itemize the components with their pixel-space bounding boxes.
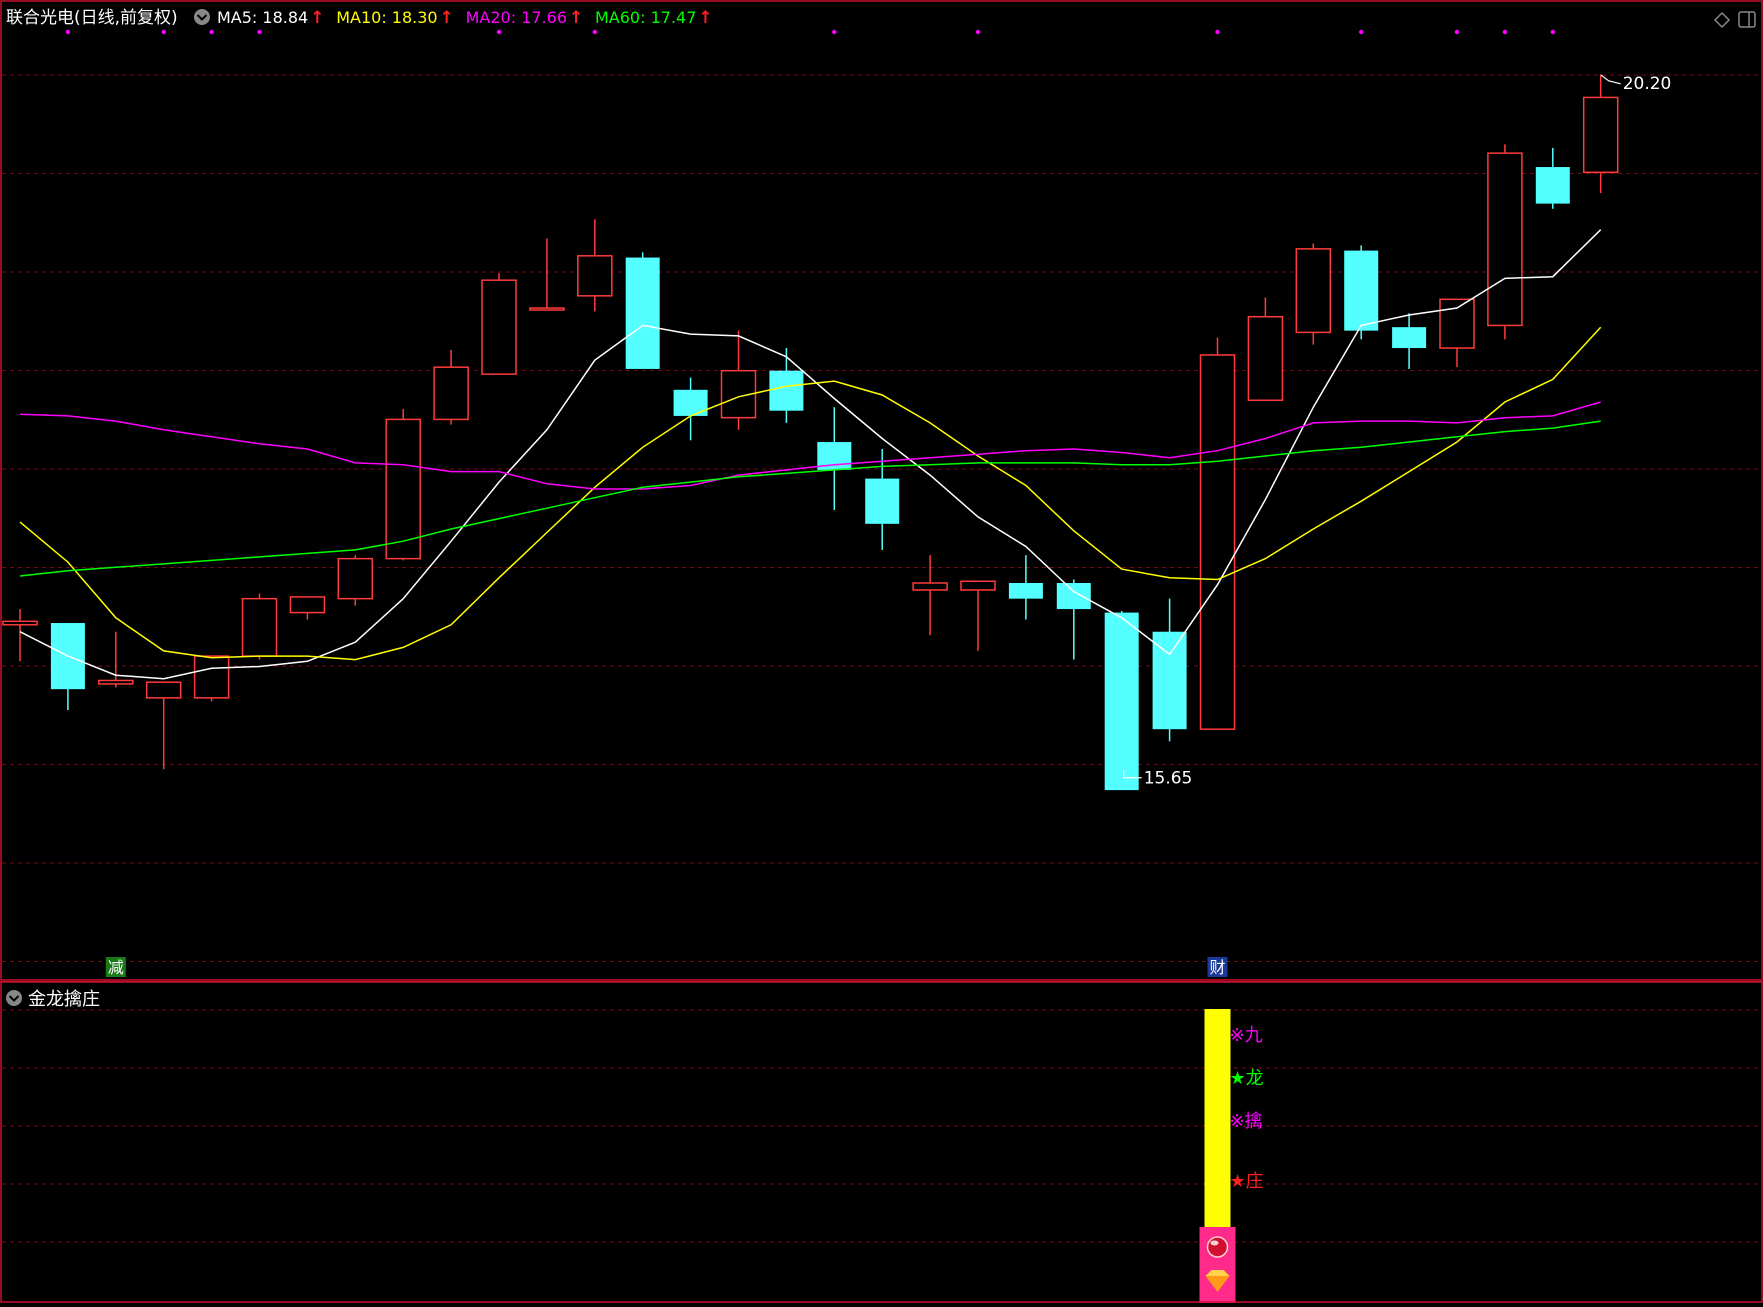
- signal-label: ※擒: [1230, 1111, 1263, 1132]
- top-dot: [1359, 29, 1364, 35]
- candle: [337, 555, 374, 606]
- candle-body-up: [1247, 315, 1284, 402]
- top-dot: [496, 29, 502, 35]
- signal-label: ★庄: [1230, 1171, 1264, 1192]
- ma-legend-label: MA5: 18.84: [217, 8, 308, 27]
- candle-body-up: [2, 620, 38, 626]
- indicator-chart[interactable]: 金龙擒庄 ※九 ★龙 ※擒 ★庄: [0, 981, 1763, 1303]
- event-tag-text: 减: [108, 958, 124, 977]
- chart-header: 联合光电(日线,前复权) MA5: 18.84 ↑ MA10: 18.30 ↑ MA20…: [6, 8, 713, 28]
- candle-body-up: [289, 596, 326, 614]
- ma-legend-label: MA60: 17.47: [595, 8, 696, 27]
- ma-legend: MA5: 18.84 ↑ MA10: 18.30 ↑ MA20: 17.66 ↑ MA60:…: [217, 8, 713, 28]
- candle-body-down: [1152, 631, 1187, 730]
- top-dot: [209, 29, 214, 35]
- top-dot: [65, 29, 71, 35]
- ma-legend-label: MA20: 17.66: [466, 8, 567, 27]
- top-dot: [1215, 29, 1220, 35]
- indicator-toggle-icon[interactable]: [6, 990, 22, 1006]
- candle-body-up: [960, 580, 996, 591]
- candle-body-up: [577, 255, 613, 297]
- signal-bar: [1204, 1009, 1231, 1227]
- candle-body-up: [1199, 354, 1236, 730]
- ma-legend-arrow: ↑: [569, 8, 583, 28]
- candle: [1295, 243, 1332, 345]
- top-dot: [161, 29, 166, 35]
- candle-body-up: [912, 582, 948, 591]
- event-tag-text: 财: [1209, 958, 1225, 977]
- candle-body-up: [433, 366, 469, 421]
- ma-legend-arrow: ↑: [310, 8, 324, 28]
- candle-body-up: [193, 655, 230, 699]
- candle-body-down: [1056, 583, 1091, 610]
- candle-body-down: [1344, 250, 1379, 331]
- candle-body-down: [625, 257, 660, 369]
- indicator-panel[interactable]: 金龙擒庄 ※九 ★龙 ※擒 ★庄: [0, 981, 1763, 1303]
- top-dot: [1454, 29, 1460, 35]
- candle-body-down: [1008, 583, 1043, 599]
- top-dot: [1550, 29, 1556, 35]
- candle-body-down: [865, 478, 900, 524]
- candle: [1199, 337, 1236, 730]
- candle-body-down: [673, 389, 708, 416]
- top-dot: [257, 29, 262, 35]
- candle: [241, 593, 278, 660]
- candle: [193, 655, 230, 702]
- candle-body-up: [145, 681, 182, 699]
- ball-icon: [1206, 1236, 1229, 1258]
- candle-body-up: [241, 597, 278, 657]
- indicator-title: 金龙擒庄: [28, 989, 100, 1010]
- candle-body-up: [337, 557, 374, 600]
- candle-body-up: [1439, 298, 1475, 349]
- top-dot: [592, 29, 597, 35]
- candle-body-down: [1392, 327, 1427, 349]
- candle-body-up: [481, 279, 517, 375]
- low-price-label: 15.65: [1144, 769, 1193, 789]
- high-price-label: 20.20: [1623, 74, 1672, 94]
- top-dot: [832, 29, 837, 35]
- candle: [1487, 144, 1523, 340]
- candle-body-up: [1582, 96, 1619, 174]
- top-dot: [1502, 29, 1508, 35]
- candle-body-up: [98, 679, 134, 685]
- candle: [1104, 610, 1139, 791]
- signal-label: ★龙: [1230, 1068, 1264, 1089]
- candle: [625, 252, 660, 369]
- ball-highlight: [1210, 1240, 1219, 1246]
- top-dot: [975, 29, 981, 35]
- candle-body-up: [1487, 152, 1523, 327]
- signal-label: ※九: [1230, 1025, 1263, 1046]
- candle-body-down: [769, 370, 804, 411]
- candle: [481, 273, 517, 375]
- event-tag: 财: [1207, 957, 1228, 977]
- candle-body-down: [1535, 167, 1570, 204]
- ma-legend-label: MA10: 18.30: [336, 8, 437, 27]
- ma-legend-arrow: ↑: [440, 8, 454, 28]
- ma-legend-arrow: ↑: [698, 8, 712, 28]
- stock-title: 联合光电(日线,前复权): [6, 8, 178, 28]
- candle-body-up: [1295, 248, 1332, 334]
- event-tag: 减: [105, 957, 126, 977]
- main-chart-panel[interactable]: 20.20 15.65 减财 联合光电(日线,前复权) MA5: 18.84 ↑ MA…: [0, 0, 1763, 981]
- candle-body-up: [529, 307, 565, 311]
- candlestick-chart[interactable]: 20.2015.65 减财 联合光电(日线,前复权) MA5: 18.84 ↑ MA…: [0, 0, 1763, 981]
- settings-toggle-icon[interactable]: [194, 9, 210, 25]
- candle-body-down: [1104, 612, 1139, 791]
